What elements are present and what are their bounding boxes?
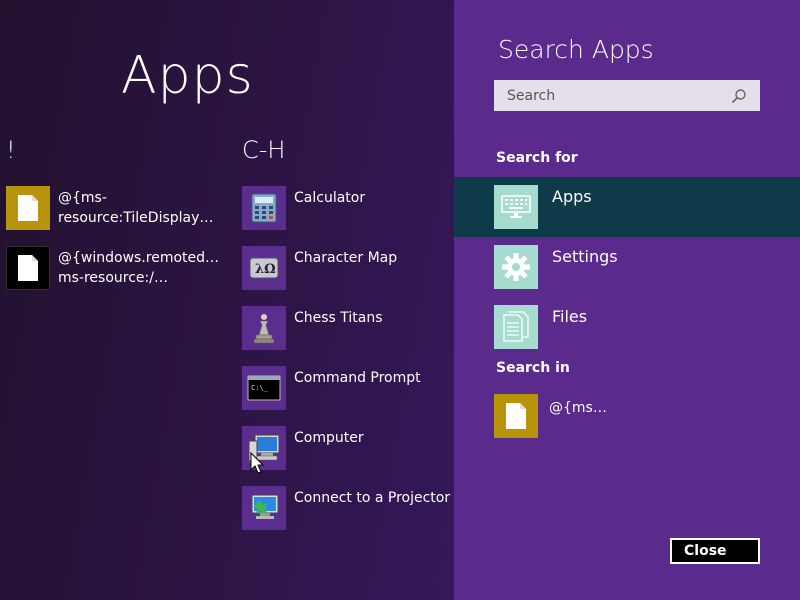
filter-label: Files (552, 307, 588, 326)
mouse-pointer-icon (250, 451, 265, 478)
close-button[interactable]: Close (670, 538, 760, 564)
filter-files[interactable]: Files (454, 297, 800, 357)
app-label: Connect to a Projector (294, 490, 451, 506)
filter-settings[interactable]: Settings (454, 237, 800, 297)
app-label: Character Map (294, 250, 398, 266)
gear-icon (494, 245, 538, 289)
app-label: Command Prompt (294, 370, 421, 386)
calculator-icon (242, 186, 286, 230)
projector-icon (242, 486, 286, 530)
page-title: Apps (121, 46, 254, 106)
chess-icon (242, 306, 286, 350)
app-connect-projector[interactable]: Connect to a Projector (242, 486, 450, 532)
search-pane: Search Apps Search for Apps (454, 0, 800, 600)
document-icon (6, 246, 50, 290)
document-icon (6, 186, 50, 230)
filter-label: Settings (552, 247, 618, 266)
app-label: @{ms- resource:TileDisplay… (58, 190, 214, 226)
filter-apps[interactable]: Apps (454, 177, 800, 237)
app-label: Calculator (294, 190, 366, 206)
app-calculator[interactable]: Calculator (242, 186, 365, 232)
app-label: Computer (294, 430, 364, 446)
svg-text:λΩ: λΩ (255, 262, 276, 277)
group-header-exclamation: ! (6, 136, 16, 164)
character-map-icon: λΩ (242, 246, 286, 290)
command-prompt-icon: C:\_ (242, 366, 286, 410)
search-title: Search Apps (498, 35, 654, 64)
apps-panel: Apps ! C-H @{ms- resource:TileDisplay… @… (0, 0, 454, 600)
keyboard-icon (494, 185, 538, 229)
app-label: Chess Titans (294, 310, 383, 326)
files-icon (494, 305, 538, 349)
app-command-prompt[interactable]: C:\_ Command Prompt (242, 366, 421, 412)
app-tile-display[interactable]: @{ms- resource:TileDisplay… (6, 186, 213, 232)
filter-label: Apps (552, 187, 592, 206)
app-label: @{windows.remoted… ms-resource:/… (58, 250, 220, 286)
search-in-label-text: @{ms… (549, 400, 607, 416)
search-in-app[interactable]: @{ms… (494, 394, 607, 438)
search-in-label: Search in (496, 360, 570, 376)
app-character-map[interactable]: λΩ Character Map (242, 246, 397, 292)
document-icon (494, 394, 538, 438)
app-chess-titans[interactable]: Chess Titans (242, 306, 383, 352)
svg-text:C:\_: C:\_ (251, 384, 269, 392)
computer-icon (242, 426, 286, 470)
search-box[interactable] (494, 80, 760, 111)
search-for-label: Search for (496, 150, 578, 166)
app-windows-remoted[interactable]: @{windows.remoted… ms-resource:/… (6, 246, 219, 292)
group-header-c-h: C-H (242, 136, 286, 164)
search-icon[interactable] (724, 80, 754, 111)
search-input[interactable] (494, 80, 724, 111)
